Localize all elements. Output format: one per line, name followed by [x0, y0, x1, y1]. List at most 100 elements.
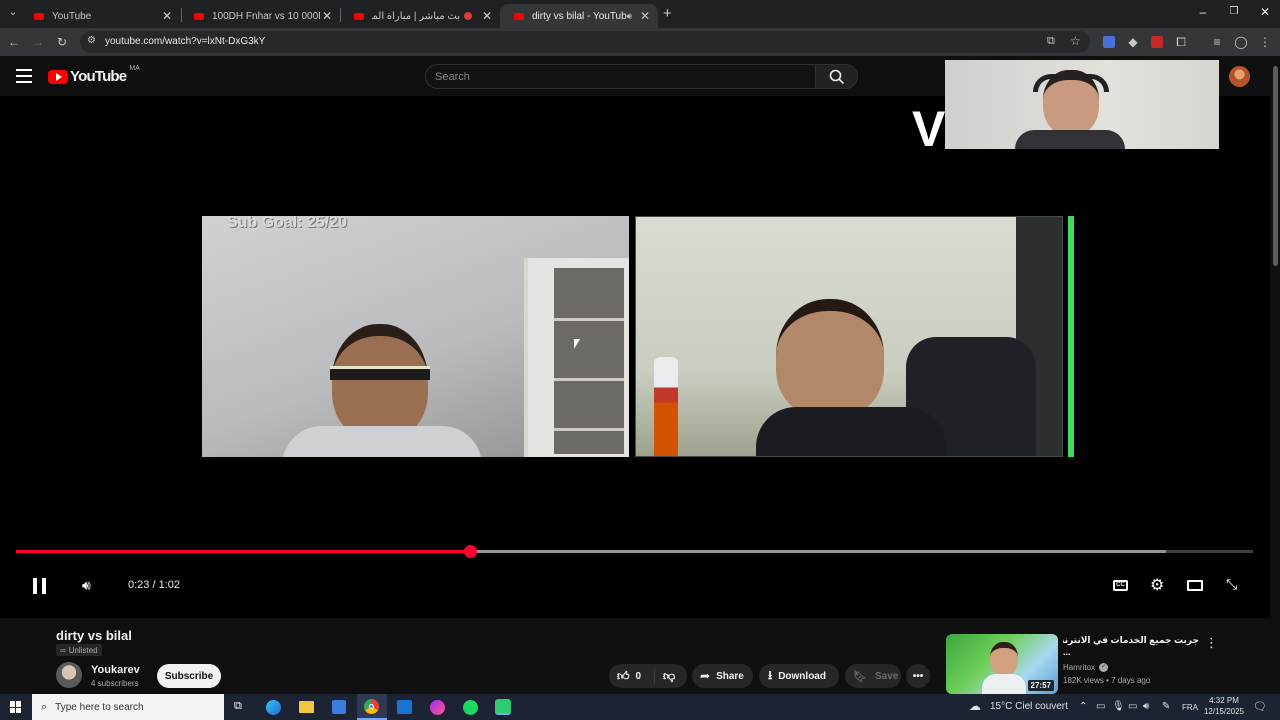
clock-time[interactable]: 4:32 PM	[1207, 696, 1241, 705]
diamond-extension-icon[interactable]: ◆	[1125, 34, 1141, 50]
microsoft-store-icon[interactable]	[332, 700, 346, 714]
dislike-button[interactable]: 👎︎	[655, 669, 675, 684]
like-button[interactable]: 👍︎ 0	[609, 668, 655, 684]
translate-extension-icon[interactable]	[1101, 34, 1117, 50]
recommended-title[interactable]: جربت جميع الخدمات في الانترنت و جمعت	[1063, 635, 1199, 646]
close-tab-icon[interactable]: ✕	[638, 9, 652, 23]
save-button[interactable]: 🔖︎ Save	[845, 664, 901, 688]
streamer-left-body	[282, 426, 482, 457]
network-icon[interactable]: ▭	[1128, 701, 1137, 712]
captions-icon[interactable]: CC	[1113, 580, 1128, 591]
recommended-thumbnail[interactable]: 27:57	[946, 634, 1058, 694]
tab-audio-icon[interactable]: 🔊︎	[626, 11, 632, 22]
close-window-button[interactable]: ✕	[1255, 5, 1275, 19]
tab-live-match[interactable]: بث مباشر | مباراة المغرب والأ ✕	[340, 4, 500, 28]
theater-mode-icon[interactable]	[1187, 580, 1203, 591]
microphone-icon[interactable]: 🎙︎	[1112, 701, 1125, 712]
pen-icon[interactable]: ✎	[1162, 701, 1170, 712]
chrome-icon[interactable]	[357, 694, 387, 720]
extensions-puzzle-icon[interactable]: ⧠	[1173, 34, 1189, 50]
media-controls-icon[interactable]: ≡	[1209, 34, 1225, 50]
avatar[interactable]	[1229, 66, 1250, 87]
download-button[interactable]: ⭳ Download	[759, 664, 839, 688]
messenger-icon[interactable]	[430, 700, 445, 715]
profile-icon[interactable]: ◯	[1233, 34, 1249, 50]
minimize-button[interactable]: –	[1193, 5, 1213, 19]
url-text[interactable]: youtube.com/watch?v=lxNt-DxG3kY	[105, 36, 265, 47]
chrome-menu-icon[interactable]: ⋮	[1257, 34, 1273, 50]
tab-title: بث مباشر | مباراة المغرب والأ	[372, 10, 460, 22]
file-explorer-icon[interactable]	[299, 701, 314, 713]
more-vertical-icon[interactable]: ⋮	[1205, 635, 1218, 651]
language-indicator[interactable]: FRA	[1182, 703, 1198, 712]
tab-youtube[interactable]: YouTube ✕	[20, 4, 180, 28]
settings-gear-icon[interactable]: ⚙︎	[1150, 575, 1164, 595]
tray-overflow-chevron-icon[interactable]: ⌃	[1079, 701, 1087, 712]
hamburger-menu-icon[interactable]	[16, 69, 32, 83]
tab-search-button[interactable]: ⌄	[6, 7, 20, 21]
recommended-channel[interactable]: Hamritox	[1063, 663, 1095, 672]
notifications-icon[interactable]: 🗨︎	[1253, 700, 1267, 713]
pause-icon[interactable]	[33, 578, 47, 594]
volume-icon[interactable]: 🔊︎	[82, 577, 91, 594]
share-icon: ➦	[700, 669, 711, 683]
search-button[interactable]	[815, 64, 858, 89]
page-scrollbar[interactable]	[1270, 56, 1280, 694]
youtube-favicon-icon	[514, 12, 524, 20]
windows-taskbar: ⌕ Type here to search ⧉ ☁︎ 15°C Ciel cou…	[0, 694, 1280, 720]
subscribe-button[interactable]: Subscribe	[157, 664, 221, 688]
restore-button[interactable]: ❐	[1224, 6, 1244, 17]
close-tab-icon[interactable]: ✕	[320, 9, 334, 23]
outlook-icon[interactable]	[397, 700, 412, 714]
app-green-icon[interactable]	[495, 699, 511, 715]
pdf-extension-icon[interactable]	[1149, 34, 1165, 50]
site-info-icon[interactable]: ⚙︎	[87, 35, 96, 46]
clock-date[interactable]: 12/15/2025	[1203, 707, 1245, 716]
install-app-icon[interactable]: ⧉	[1047, 35, 1055, 48]
more-actions-button[interactable]: •••	[906, 664, 930, 688]
windows-start-icon[interactable]	[10, 701, 22, 713]
youtube-logo[interactable]: YouTube MA	[48, 65, 140, 85]
bookmark-star-icon[interactable]: ☆	[1070, 34, 1081, 48]
streamer-left-head	[332, 324, 428, 439]
fullscreen-exit-icon[interactable]: ⤡	[1226, 576, 1237, 593]
tab-100dh[interactable]: 100DH Fnhar vs 10 000DH Fnha ✕	[180, 4, 340, 28]
tab-title: 100DH Fnhar vs 10 000DH Fnha	[212, 10, 320, 22]
close-tab-icon[interactable]: ✕	[160, 9, 174, 23]
region-code: MA	[129, 65, 140, 72]
back-arrow-icon[interactable]: ←	[6, 34, 22, 50]
more-horizontal-icon: •••	[912, 670, 924, 682]
new-tab-button[interactable]: +	[663, 5, 672, 22]
save-label: Save	[874, 670, 899, 682]
channel-avatar[interactable]	[56, 662, 82, 688]
visibility-text: Unlisted	[68, 645, 98, 655]
youtube-play-logo-icon	[48, 69, 68, 84]
weather-text[interactable]: 15°C Ciel couvert	[990, 701, 1068, 712]
spotify-icon[interactable]	[463, 700, 478, 715]
forward-arrow-icon[interactable]: →	[30, 34, 46, 50]
thumbs-up-icon: 👍︎	[617, 668, 630, 683]
address-bar[interactable]: ⚙︎ youtube.com/watch?v=lxNt-DxG3kY ⧉ ☆	[80, 31, 1090, 53]
search-input[interactable]: Search	[425, 64, 817, 89]
progress-track[interactable]	[16, 545, 1253, 558]
reload-icon[interactable]: ↻	[54, 34, 70, 50]
edge-browser-icon[interactable]	[266, 700, 281, 715]
weather-icon[interactable]: ☁︎	[969, 699, 981, 713]
tray-app-icon[interactable]: ▭	[1096, 701, 1105, 712]
sub-goal-overlay: Sub Goal: 25/20	[227, 216, 348, 231]
taskbar-search-placeholder: Type here to search	[55, 701, 144, 713]
share-button[interactable]: ➦ Share	[692, 664, 753, 688]
like-count: 0	[635, 670, 642, 682]
share-label: Share	[716, 670, 744, 682]
close-tab-icon[interactable]: ✕	[480, 9, 494, 23]
search-icon: ⌕	[41, 700, 48, 713]
tab-dirty-vs-bilal[interactable]: dirty vs bilal - YouTube 🔊︎ ✕	[500, 4, 658, 28]
task-view-icon[interactable]: ⧉	[234, 700, 242, 713]
progress-scrubber[interactable]	[463, 545, 477, 558]
channel-name[interactable]: Youkarev	[91, 664, 140, 676]
taskbar-search-box[interactable]: ⌕ Type here to search	[32, 694, 224, 720]
youtube-logo-text: YouTube	[70, 68, 127, 85]
speaker-icon[interactable]: 🔊︎	[1143, 701, 1149, 712]
video-player[interactable]: V Sub Goal: 25/20 🔊︎ 0:23 / 1:02 CC ⚙︎ ⤡	[0, 60, 1270, 618]
recommended-meta: 182K views • 7 days ago	[1063, 676, 1151, 685]
